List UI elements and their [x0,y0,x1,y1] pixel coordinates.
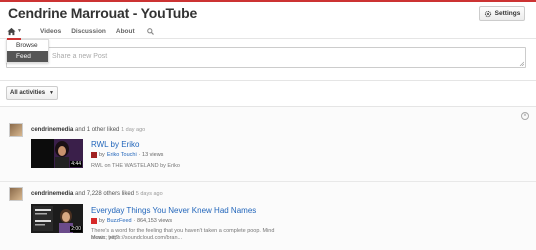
video-title-link[interactable]: RWL by Eriko [91,140,139,149]
resize-grip-icon[interactable] [519,61,524,66]
by-prefix: by [99,218,105,224]
video-thumbnail[interactable]: 2:00 [31,204,83,233]
activity-time: 5 days ago [135,191,163,197]
view-count: · 864,153 views [133,218,173,224]
chevron-down-icon: ▼ [49,90,54,96]
activity-filter-dropdown[interactable]: All activities ▼ [6,86,58,100]
post-placeholder: Share a new Post [52,53,108,60]
channel-tabs: ▼ Videos Discussion About [6,25,154,37]
activity-time: 1 day ago [121,127,146,133]
menu-item-browse[interactable]: Browse [7,40,48,51]
activity-action: and 1 other liked [73,127,122,133]
gear-icon [484,10,491,17]
video-description-more: Music: https://soundcloud.com/bran... [91,235,183,241]
header-divider [0,38,536,39]
channel-avatar[interactable] [91,218,97,224]
video-duration: 4:44 [70,161,82,167]
new-post-textarea[interactable]: Share a new Post [6,47,526,68]
view-count: · 13 views [138,152,164,158]
by-prefix: by [99,152,105,158]
video-thumbnail[interactable]: 4:44 [31,139,83,168]
activity-user[interactable]: cendrinemedia [31,191,73,197]
settings-label: Settings [494,10,521,17]
row-divider [0,181,536,182]
channel-header: Cendrine Marrouat - YouTube Settings ▼ V… [0,2,536,38]
post-divider [0,80,536,81]
channel-link[interactable]: Eriko Touchi [107,152,137,158]
avatar[interactable] [9,187,23,201]
channel-link[interactable]: BuzzFeed [107,218,132,224]
video-meta: by Eriko Touchi · 13 views [91,152,163,158]
filter-label: All activities [10,90,46,96]
video-meta: by BuzzFeed · 864,153 views [91,218,172,224]
menu-item-feed[interactable]: Feed [7,51,48,62]
home-menu: Browse Feed [6,38,49,63]
channel-title: Cendrine Marrouat - YouTube [8,5,198,21]
tab-about[interactable]: About [116,28,135,35]
settings-button[interactable]: Settings [479,6,525,21]
avatar[interactable] [9,123,23,137]
home-icon [7,27,16,35]
tab-videos[interactable]: Videos [40,28,61,35]
channel-avatar[interactable] [91,152,97,158]
video-title-link[interactable]: Everyday Things You Never Knew Had Names [91,206,256,215]
video-description: RWL on THE WASTELAND by Eriko [91,163,180,169]
activity-summary: cendrinemedia and 1 other liked 1 day ag… [31,127,145,133]
activity-action: and 7,228 others liked [73,191,136,197]
search-icon[interactable] [146,27,154,35]
activity-summary: cendrinemedia and 7,228 others liked 5 d… [31,191,163,197]
activity-user[interactable]: cendrinemedia [31,127,73,133]
chevron-down-icon: ▼ [17,28,22,34]
video-duration: 2:00 [70,226,82,232]
close-icon[interactable]: × [521,112,529,120]
home-tab[interactable]: ▼ [6,25,30,37]
tab-discussion[interactable]: Discussion [71,28,106,35]
